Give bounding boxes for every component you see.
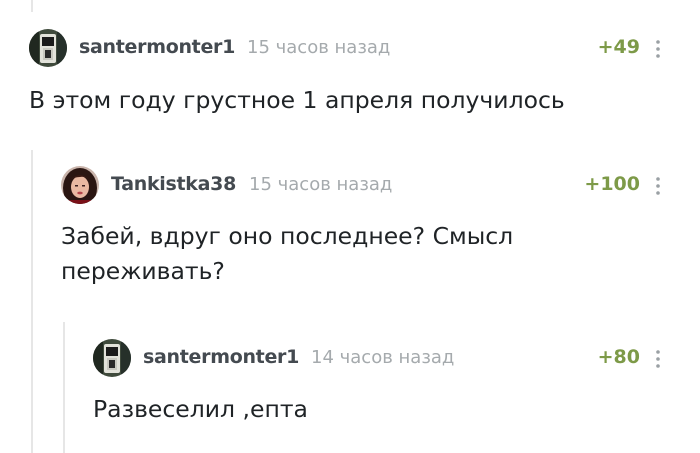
comment-rating: +100 [584, 173, 640, 195]
dark-cabinet-avatar[interactable] [29, 29, 67, 67]
girl-portrait-avatar[interactable] [61, 166, 99, 204]
comment-2: Tankistka38 15 часов назад +100 Забей, в… [61, 166, 662, 289]
thread-line-level-2 [63, 322, 65, 453]
comment-rating: +49 [597, 36, 640, 58]
comment-timestamp[interactable]: 14 часов назад [311, 347, 454, 368]
comment-timestamp[interactable]: 15 часов назад [247, 37, 390, 58]
comment-3-header: santermonter1 14 часов назад +80 [93, 339, 662, 379]
comment-author[interactable]: santermonter1 [79, 36, 235, 58]
thread-line-top [31, 0, 33, 12]
comment-text: Забей, вдруг оно последнее? Смысл пережи… [61, 222, 514, 285]
comment-text: Развеселил ,епта [93, 395, 308, 423]
comment-1: santermonter1 15 часов назад +49 В этом … [29, 29, 662, 118]
comment-3: santermonter1 14 часов назад +80 Развесе… [93, 339, 662, 427]
comment-author[interactable]: santermonter1 [143, 346, 299, 368]
comment-author[interactable]: Tankistka38 [111, 173, 236, 195]
thread-line-level-1 [31, 150, 33, 453]
more-options-icon[interactable] [654, 348, 662, 370]
comment-timestamp[interactable]: 15 часов назад [249, 174, 392, 195]
more-options-icon[interactable] [654, 175, 662, 197]
more-options-icon[interactable] [654, 38, 662, 60]
comment-1-header: santermonter1 15 часов назад +49 [29, 29, 662, 69]
comment-2-header: Tankistka38 15 часов назад +100 [61, 166, 662, 206]
comment-text: В этом году грустное 1 апреля получилось [29, 86, 565, 114]
dark-cabinet-avatar[interactable] [93, 339, 131, 377]
comment-rating: +80 [597, 346, 640, 368]
